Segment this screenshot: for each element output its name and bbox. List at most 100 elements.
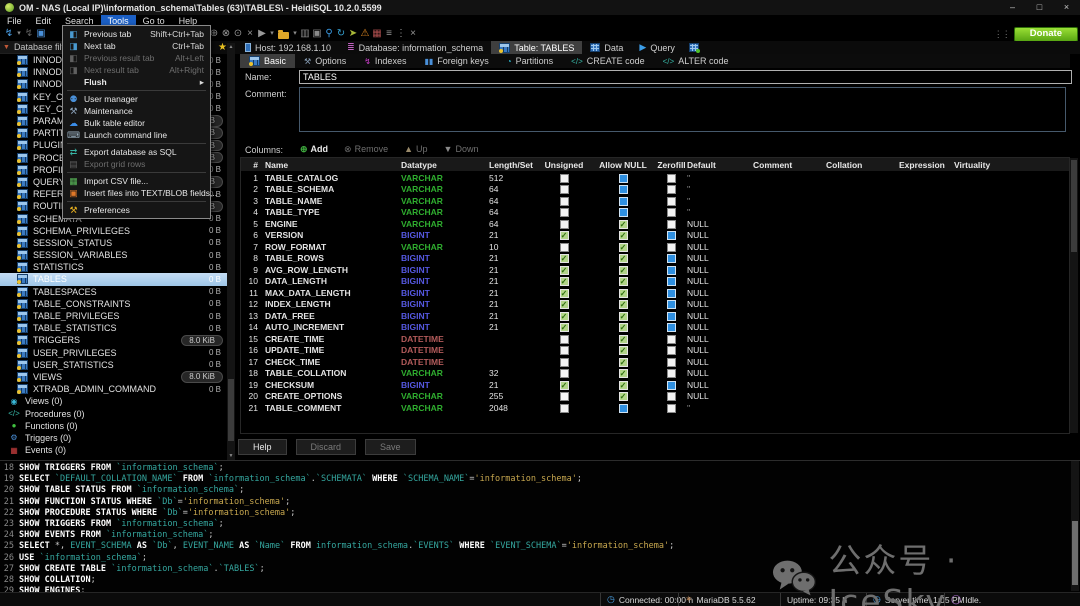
column-row-max-data-length[interactable]: 11MAX_DATA_LENGTHBIGINT21✓✓NULL [241, 287, 1069, 299]
minimize-button[interactable]: – [999, 0, 1026, 15]
table-item-user-statistics[interactable]: USER_STATISTICS0 B [0, 359, 227, 371]
column-length-cell[interactable]: 21 [489, 288, 538, 298]
editor-tab-partitions[interactable]: ◔Partitions [498, 54, 562, 68]
default-cell[interactable]: NULL [687, 265, 753, 275]
zerofill-checkbox[interactable] [667, 243, 676, 252]
column-name-cell[interactable]: DATA_FREE [263, 311, 401, 321]
new-query-tab-button[interactable] [683, 43, 705, 52]
binary-grid-icon[interactable]: ▦ [372, 27, 382, 41]
menu-item-export-database-as-sql[interactable]: ⇄Export database as SQL [63, 146, 210, 158]
default-cell[interactable]: '' [687, 184, 753, 194]
scroll-up-icon[interactable]: ▲ [227, 43, 235, 51]
unsigned-checkbox[interactable]: ✓ [560, 254, 569, 263]
unsigned-checkbox[interactable] [560, 358, 569, 367]
column-length-cell[interactable]: 64 [489, 207, 538, 217]
run-caret-icon[interactable]: ▾ [269, 27, 275, 41]
table-item-schema-privileges[interactable]: SCHEMA_PRIVILEGES0 B [0, 225, 227, 237]
unsigned-checkbox[interactable] [560, 404, 569, 413]
column-datatype-cell[interactable]: BIGINT [401, 299, 489, 309]
allow-null-checkbox[interactable]: ✓ [619, 220, 628, 229]
menu-item-next-tab[interactable]: ◨Next tabCtrl+Tab [63, 40, 210, 52]
zerofill-checkbox[interactable] [667, 323, 676, 332]
column-name-cell[interactable]: CREATE_OPTIONS [263, 391, 401, 401]
zerofill-checkbox[interactable] [667, 185, 676, 194]
column-name-cell[interactable]: AVG_ROW_LENGTH [263, 265, 401, 275]
default-cell[interactable]: '' [687, 196, 753, 206]
default-cell[interactable]: NULL [687, 253, 753, 263]
column-header-length-set[interactable]: Length/Set [489, 160, 538, 170]
zerofill-checkbox[interactable] [667, 277, 676, 286]
sidebar-scroll-thumb[interactable] [228, 379, 234, 441]
allow-null-checkbox[interactable]: ✓ [619, 300, 628, 309]
column-name-cell[interactable]: DATA_LENGTH [263, 276, 401, 286]
zerofill-checkbox[interactable] [667, 300, 676, 309]
favorites-star-icon[interactable]: ★ [218, 41, 227, 54]
menu-item-preferences[interactable]: ⚒Preferences [63, 204, 210, 216]
column-name-cell[interactable]: CHECK_TIME [263, 357, 401, 367]
default-cell[interactable]: NULL [687, 219, 753, 229]
allow-null-checkbox[interactable]: ✓ [619, 231, 628, 240]
column-length-cell[interactable]: 21 [489, 380, 538, 390]
default-cell[interactable]: '' [687, 207, 753, 217]
column-datatype-cell[interactable]: BIGINT [401, 322, 489, 332]
editor-tab-basic[interactable]: Basic [240, 54, 295, 68]
grid-scrollbar[interactable] [1070, 158, 1078, 433]
allow-null-checkbox[interactable]: ✓ [619, 335, 628, 344]
column-row-table-name[interactable]: 3TABLE_NAMEVARCHAR64'' [241, 195, 1069, 207]
column-name-cell[interactable]: ENGINE [263, 219, 401, 229]
unsigned-checkbox[interactable]: ✓ [560, 266, 569, 275]
allow-null-checkbox[interactable] [619, 197, 628, 206]
unsigned-checkbox[interactable]: ✓ [560, 289, 569, 298]
column-row-table-schema[interactable]: 2TABLE_SCHEMAVARCHAR64'' [241, 184, 1069, 196]
column-row-create-options[interactable]: 20CREATE_OPTIONSVARCHAR255✓NULL [241, 391, 1069, 403]
allow-null-checkbox[interactable] [619, 404, 628, 413]
column-header-[interactable]: # [241, 160, 263, 170]
column-datatype-cell[interactable]: VARCHAR [401, 403, 489, 413]
column-length-cell[interactable]: 64 [489, 184, 538, 194]
zerofill-checkbox[interactable] [667, 346, 676, 355]
zerofill-checkbox[interactable] [667, 254, 676, 263]
zerofill-checkbox[interactable] [667, 335, 676, 344]
column-datatype-cell[interactable]: VARCHAR [401, 219, 489, 229]
run-icon[interactable]: ▶ [257, 27, 267, 41]
column-datatype-cell[interactable]: BIGINT [401, 288, 489, 298]
column-header-comment[interactable]: Comment [753, 160, 826, 170]
unsigned-checkbox[interactable] [560, 208, 569, 217]
menu-item-insert-files-into-text-blob-fields[interactable]: ▣Insert files into TEXT/BLOB fields... [63, 187, 210, 199]
menu-item-bulk-table-editor[interactable]: ☁Bulk table editor [63, 117, 210, 129]
column-datatype-cell[interactable]: BIGINT [401, 311, 489, 321]
column-datatype-cell[interactable]: BIGINT [401, 253, 489, 263]
column-header-unsigned[interactable]: Unsigned [538, 160, 590, 170]
tree-item-triggers-0[interactable]: ⚙Triggers (0) [0, 432, 227, 444]
default-cell[interactable]: NULL [687, 334, 753, 344]
column-length-cell[interactable]: 64 [489, 196, 538, 206]
column-name-cell[interactable]: CREATE_TIME [263, 334, 401, 344]
connect-icon[interactable]: ↯ [4, 27, 14, 41]
tab-data[interactable]: Data [582, 41, 631, 54]
table-item-tablespaces[interactable]: TABLESPACES0 B [0, 286, 227, 298]
connect-caret-icon[interactable]: ▾ [16, 27, 22, 41]
column-length-cell[interactable]: 2048 [489, 403, 538, 413]
unsigned-checkbox[interactable] [560, 346, 569, 355]
unsigned-checkbox[interactable]: ✓ [560, 323, 569, 332]
default-cell[interactable]: NULL [687, 299, 753, 309]
tab-query[interactable]: ▶Query [631, 41, 682, 54]
table-item-table-constraints[interactable]: TABLE_CONSTRAINTS0 B [0, 298, 227, 310]
table-comment-input[interactable] [299, 87, 1066, 132]
unsigned-checkbox[interactable] [560, 392, 569, 401]
pointer-icon[interactable]: ➤ [348, 27, 358, 41]
allow-null-checkbox[interactable]: ✓ [619, 243, 628, 252]
allow-null-checkbox[interactable] [619, 208, 628, 217]
column-length-cell[interactable]: 21 [489, 276, 538, 286]
column-datatype-cell[interactable]: VARCHAR [401, 391, 489, 401]
column-header-virtuality[interactable]: Virtuality [954, 160, 1014, 170]
menu-item-user-manager[interactable]: ⚉User manager [63, 93, 210, 105]
column-length-cell[interactable]: 10 [489, 242, 538, 252]
scroll-down-icon[interactable]: ▼ [227, 452, 235, 460]
table-item-views[interactable]: VIEWS8.0 KiB [0, 371, 227, 383]
zerofill-checkbox[interactable] [667, 220, 676, 229]
allow-null-checkbox[interactable]: ✓ [619, 312, 628, 321]
column-row-update-time[interactable]: 16UPDATE_TIMEDATETIME✓NULL [241, 345, 1069, 357]
zerofill-checkbox[interactable] [667, 174, 676, 183]
menu-item-maintenance[interactable]: ⚒Maintenance [63, 105, 210, 117]
